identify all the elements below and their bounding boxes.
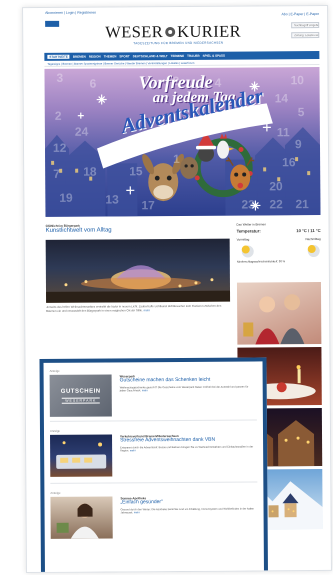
top-right-links[interactable]: Abo | E-Paper | E-Paper [281, 12, 319, 16]
ad-label: Anzeige [49, 428, 61, 433]
bremen-key-icon [165, 26, 176, 37]
lead-teaser: Jenseits des hellen Weihnachtsmarktes er… [46, 303, 230, 313]
door-number[interactable]: 2 [55, 109, 62, 123]
advent-calendar-banner[interactable]: 3 6 8 10 14 5 2 24 12 11 9 16 7 18 15 1 … [44, 67, 321, 217]
nav-item-spiel[interactable]: SPIEL & SPASS [203, 54, 225, 58]
forecast-morning-label: Vormittag [236, 237, 250, 242]
nav-item-bremen[interactable]: BREMEN [73, 55, 86, 59]
photo-art [243, 294, 305, 345]
weather-title: Das Wetter in Bremen [236, 222, 267, 227]
nav-item-region[interactable]: REGION [89, 55, 101, 59]
nav-item-home[interactable]: STARTSEITE [47, 54, 70, 59]
photo-art [56, 503, 99, 539]
door-number[interactable]: 20 [269, 179, 282, 193]
nav-item-trauer[interactable]: TRAUER [187, 54, 200, 58]
door-number[interactable]: 3 [56, 71, 63, 85]
voucher-brand: WESERPARK [62, 397, 100, 404]
logo-left-word: WESER [105, 22, 164, 42]
ad-text: Weihnachtsgeschenke gesucht? Die Gutsche… [119, 385, 249, 393]
lead-headline[interactable]: Kunstlichtwelt vom Alltag [46, 227, 230, 233]
door-number[interactable]: 6 [90, 77, 97, 91]
door-number[interactable]: 19 [59, 191, 72, 205]
search-input[interactable]: Suchbegriff eingeben [291, 22, 320, 29]
ad-card-vbn[interactable]: Anzeige Verkehrsverbund Bremen/Niedersac… [49, 427, 258, 477]
ad-card-apotheke[interactable]: Anzeige Sonnen-Apotheke „Einfach gesünde… [50, 489, 258, 539]
ad-headline[interactable]: „Einfach gesünder" [120, 499, 254, 505]
ad-headline[interactable]: Stressfreie Adventsweihnachten dank VBN [120, 437, 254, 444]
location-select[interactable]: Zeitung: Lokales wählen [291, 32, 320, 39]
door-number[interactable]: 15 [129, 164, 142, 178]
ad-text: Gesund durch den Winter: Die Apotheke be… [120, 506, 255, 515]
door-number[interactable]: 22 [269, 197, 282, 211]
photo-art [56, 441, 107, 469]
nav-item-world[interactable]: DEUTSCHLAND & WELT [133, 54, 168, 58]
door-number[interactable]: 4 [215, 76, 222, 90]
door-number[interactable]: 10 [290, 73, 303, 87]
temp-value: 10 °C / 11 °C [296, 227, 321, 234]
ad-more-link[interactable]: mehr [134, 511, 140, 514]
door-number[interactable]: 1 [173, 152, 180, 166]
ad-more-link[interactable]: mehr [130, 449, 136, 452]
ad-label: Anzeige [49, 368, 60, 373]
ad-card-weserpark[interactable]: Anzeige GUTSCHEIN WESERPARK Weserpark Gu… [49, 367, 258, 417]
logo-right-word: KURIER [177, 21, 242, 41]
sub-nav[interactable]: Tagestipps | Bremen | Bremer Sportereign… [44, 60, 320, 67]
lead-story: Glühlicht im Bürgerpark Kunstlichtwelt v… [46, 223, 230, 234]
door-number[interactable]: 7 [53, 167, 60, 181]
ad-headline[interactable]: Gutscheine machen das Schenken leicht [120, 377, 254, 384]
nav-item-termine[interactable]: TERMINE [171, 54, 185, 58]
divider [49, 419, 257, 422]
lead-photo[interactable] [45, 238, 231, 303]
weather-widget: Das Wetter in Bremen Temperatur: 10 °C /… [236, 222, 321, 264]
site-slogan: TAGESZEITUNG FÜR BREMEN UND NIEDERSACHSE… [133, 40, 224, 46]
door-number[interactable]: 11 [277, 125, 290, 139]
door-number[interactable]: 12 [53, 141, 66, 155]
woman-photo[interactable] [50, 496, 113, 539]
tram-photo[interactable] [50, 434, 113, 477]
door-number[interactable]: 14 [275, 91, 288, 105]
forecast-afternoon-label: Nachmittag [305, 236, 321, 242]
light-installation-art [46, 265, 231, 303]
temp-label: Temperatur: [236, 228, 261, 234]
edition-badge[interactable] [45, 20, 60, 27]
lead-text: Jenseits des hellen Weihnachtsmarktes er… [46, 303, 222, 313]
browser-page: Abonnieren | Login | Registrieren Abo | … [22, 4, 332, 574]
door-number[interactable]: 5 [298, 105, 305, 119]
ad-label: Anzeige [50, 490, 61, 495]
door-number[interactable]: 16 [282, 155, 295, 169]
partly-sunny-icon [307, 245, 316, 254]
shopping-couple-photo[interactable] [236, 281, 322, 345]
door-number[interactable]: 9 [295, 137, 302, 151]
divider [50, 481, 258, 484]
site-logo[interactable]: WESER KURIER [105, 22, 241, 43]
highlighted-ad-section: Anzeige GUTSCHEIN WESERPARK Weserpark Gu… [39, 357, 269, 574]
door-number[interactable]: 21 [295, 197, 308, 211]
door-number[interactable]: 23 [241, 197, 254, 211]
voucher-image[interactable]: GUTSCHEIN WESERPARK [49, 374, 112, 417]
nav-item-sport[interactable]: SPORT [119, 54, 129, 58]
precip-value: Niederschlagswahrscheinlichkeit: 30 % [236, 259, 286, 264]
door-number[interactable]: 13 [105, 192, 118, 206]
top-links[interactable]: Abonnieren | Login | Registrieren [45, 11, 96, 15]
ad-more-link[interactable]: mehr [142, 389, 148, 392]
door-number[interactable]: 24 [75, 125, 88, 139]
lead-more-link[interactable]: mehr [144, 308, 150, 312]
door-number[interactable]: 18 [83, 165, 96, 179]
door-number[interactable]: 17 [141, 198, 154, 212]
voucher-title: GUTSCHEIN [60, 388, 101, 395]
ad-text: Entspannt durch die Adventszeit: Busse u… [120, 444, 254, 453]
nav-item-themen[interactable]: THEMEN [104, 54, 117, 58]
partly-sunny-icon [241, 245, 250, 254]
